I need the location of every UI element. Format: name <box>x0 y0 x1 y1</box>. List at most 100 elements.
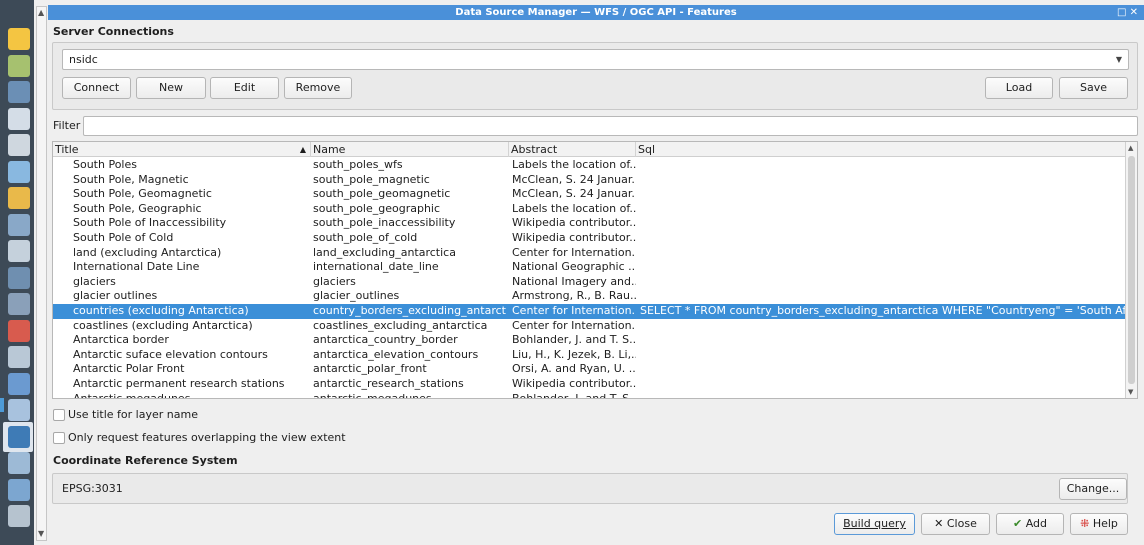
layer-table[interactable]: Title ▲ Name Abstract Sql South Poles sou… <box>52 141 1138 399</box>
column-name[interactable]: Name <box>311 142 509 157</box>
cell-abstract: Wikipedia contributor... <box>512 216 636 230</box>
scroll-thumb[interactable] <box>1128 156 1135 384</box>
data-source-sidebar <box>0 0 34 545</box>
oracle-icon[interactable] <box>8 319 30 342</box>
cell-abstract: Bohlander, J. and T. S... <box>512 391 636 399</box>
build-query-button[interactable]: Build query <box>834 513 915 535</box>
point-cloud-icon[interactable] <box>8 134 30 156</box>
table-row[interactable]: South Pole of Inaccessibility south_pole_… <box>53 216 1126 231</box>
cell-abstract: Center for Internation... <box>512 245 636 259</box>
window-controls[interactable]: □ ✕ <box>1117 5 1138 20</box>
save-button[interactable]: Save <box>1059 77 1128 99</box>
table-row[interactable]: South Poles south_poles_wfs Labels the loc… <box>53 158 1126 173</box>
cell-title: glaciers <box>73 274 116 288</box>
remove-connection-button[interactable]: Remove <box>284 77 352 99</box>
delimited-text-icon[interactable] <box>8 160 30 183</box>
cell-abstract: National Geographic ... <box>512 260 636 274</box>
mssql-icon[interactable] <box>8 293 30 315</box>
sidebar-scrollbar[interactable]: ▲ ▼ <box>36 6 47 541</box>
cell-name: land_excluding_antarctica <box>313 245 456 259</box>
filter-label: Filter <box>53 119 81 132</box>
table-row[interactable]: glaciers glaciers National Imagery and... <box>53 275 1126 290</box>
spatialite-icon[interactable] <box>8 240 30 262</box>
table-row[interactable]: Antarctic suface elevation contours antar… <box>53 348 1126 363</box>
table-row[interactable]: South Pole, Geographic south_pole_geograp… <box>53 202 1126 217</box>
postgis-icon[interactable] <box>8 266 30 289</box>
add-button[interactable]: ✔ Add <box>996 513 1064 535</box>
new-connection-button[interactable]: New <box>136 77 206 99</box>
chevron-down-icon: ▼ <box>1115 55 1122 64</box>
table-row[interactable]: South Pole, Geomagnetic south_pole_geomag… <box>53 187 1126 202</box>
cell-name: antarctic_polar_front <box>313 362 427 376</box>
raster-layer-icon[interactable] <box>8 81 30 103</box>
browser-icon[interactable] <box>8 28 30 50</box>
use-title-checkbox[interactable] <box>53 409 65 421</box>
help-label: Help <box>1092 517 1118 530</box>
geopackage-icon[interactable] <box>8 187 30 209</box>
cell-abstract: Wikipedia contributor... <box>512 230 636 244</box>
mesh-layer-icon[interactable] <box>8 107 30 130</box>
table-row[interactable]: South Pole of Cold south_pole_of_cold Wiki… <box>53 231 1126 246</box>
table-header: Title ▲ Name Abstract Sql <box>53 142 1126 157</box>
sidebar-marker <box>0 398 4 412</box>
change-crs-button[interactable]: Change... <box>1059 478 1127 500</box>
vector-layer-icon[interactable] <box>8 54 30 77</box>
cell-name: antarctica_elevation_contours <box>313 347 479 361</box>
close-icon: ✕ <box>934 517 944 530</box>
connection-select[interactable]: nsidc ▼ <box>62 49 1129 70</box>
cell-title: Antarctica border <box>73 333 169 347</box>
cell-abstract: McClean, S. 24 Januar... <box>512 172 636 186</box>
column-sql[interactable]: Sql <box>636 142 1126 157</box>
table-row[interactable]: Antarctica border antarctica_country_bord… <box>53 333 1126 348</box>
cell-abstract: Labels the location of... <box>512 158 636 171</box>
window-titlebar: Data Source Manager — WFS / OGC API - Fe… <box>48 5 1144 20</box>
only-overlapping-label: Only request features overlapping the vi… <box>68 431 346 444</box>
cell-title: land (excluding Antarctica) <box>73 245 222 259</box>
table-scrollbar[interactable]: ▲ ▼ <box>1125 142 1137 398</box>
gps-icon[interactable] <box>8 213 30 236</box>
checkmark-icon: ✔ <box>1012 517 1023 530</box>
virtual-layer-icon[interactable] <box>8 346 30 368</box>
column-title[interactable]: Title ▲ <box>53 142 311 157</box>
close-label: Close <box>946 517 977 530</box>
cell-name: south_pole_geomagnetic <box>313 187 451 201</box>
column-abstract[interactable]: Abstract <box>509 142 636 157</box>
connect-button[interactable]: Connect <box>62 77 131 99</box>
edit-connection-button[interactable]: Edit <box>210 77 279 99</box>
wms-icon[interactable] <box>8 399 30 421</box>
load-button[interactable]: Load <box>985 77 1053 99</box>
cell-title: countries (excluding Antarctica) <box>73 303 249 317</box>
table-row[interactable]: South Pole, Magnetic south_pole_magnetic M… <box>53 173 1126 188</box>
crs-value: EPSG:3031 <box>62 482 123 495</box>
crs-title: Coordinate Reference System <box>53 454 238 467</box>
filter-input[interactable] <box>83 116 1138 136</box>
cell-sql: SELECT * FROM country_borders_excluding_… <box>640 303 1126 317</box>
cell-title: Antarctic Polar Front <box>73 362 185 376</box>
cell-title: South Poles <box>73 158 137 171</box>
server-connections-title: Server Connections <box>53 25 174 38</box>
cell-name: antarctic_megadunes <box>313 391 432 399</box>
cell-name: south_poles_wfs <box>313 158 403 171</box>
sap-hana-icon[interactable] <box>8 372 30 395</box>
table-row[interactable]: Antarctic megadunes antarctic_megadunes Bo… <box>53 391 1126 399</box>
table-row[interactable]: land (excluding Antarctica) land_excludin… <box>53 246 1126 261</box>
cell-title: South Pole, Geographic <box>73 201 202 215</box>
vector-tile-icon[interactable] <box>8 505 30 527</box>
table-row[interactable]: glacier outlines glacier_outlines Armstron… <box>53 289 1126 304</box>
table-row[interactable]: Antarctic Polar Front antarctic_polar_fro… <box>53 362 1126 377</box>
close-button[interactable]: ✕ Close <box>921 513 990 535</box>
build-query-label: Build query <box>843 517 906 530</box>
wfs-icon[interactable] <box>8 425 30 448</box>
help-button[interactable]: ⁜ Help <box>1070 513 1128 535</box>
wcs-icon[interactable] <box>8 452 30 474</box>
cell-title: Antarctic permanent research stations <box>73 376 285 390</box>
window-title: Data Source Manager — WFS / OGC API - Fe… <box>455 7 737 18</box>
table-row[interactable]: Antarctic permanent research stations ant… <box>53 377 1126 392</box>
cell-name: south_pole_magnetic <box>313 172 430 186</box>
table-row[interactable]: countries (excluding Antarctica) country_… <box>53 303 1126 319</box>
table-row[interactable]: International Date Line international_dat… <box>53 260 1126 275</box>
xyz-icon[interactable] <box>8 478 30 501</box>
cell-abstract: Armstrong, R., B. Rau... <box>512 289 636 303</box>
only-overlapping-checkbox[interactable] <box>53 432 65 444</box>
table-row[interactable]: coastlines (excluding Antarctica) coastli… <box>53 319 1126 334</box>
